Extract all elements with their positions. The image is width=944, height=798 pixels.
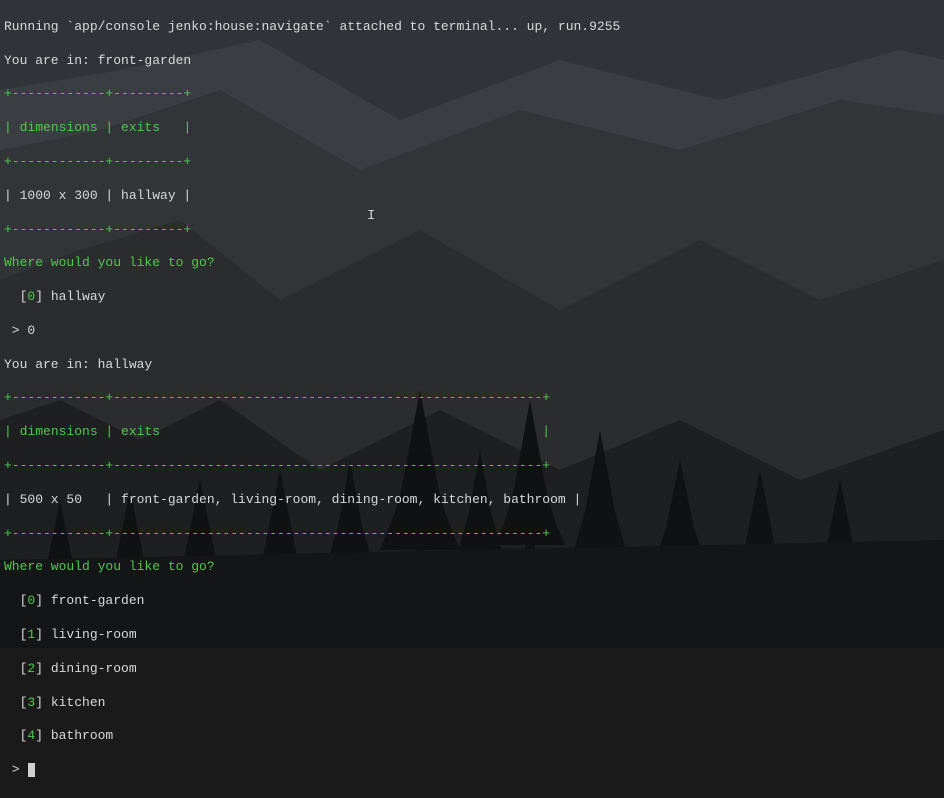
table1-col-exits: exits — [121, 120, 160, 135]
prompt1-answer-line: > 0 — [4, 323, 940, 340]
prompt2-option-1: [1] living-room — [4, 627, 940, 644]
table1-border-mid: +------------+---------+ — [4, 154, 940, 171]
table2-row: | 500 x 50 | front-garden, living-room, … — [4, 492, 940, 509]
prompt2-input-line[interactable]: > — [4, 762, 940, 779]
running-status-line: Running `app/console jenko:house:navigat… — [4, 19, 940, 36]
location-line-1: You are in: front-garden — [4, 53, 940, 70]
table1-border-top: +------------+---------+ — [4, 86, 940, 103]
location-line-2: You are in: hallway — [4, 357, 940, 374]
table2-border-bot: +------------+--------------------------… — [4, 526, 940, 543]
block-cursor-icon — [28, 763, 35, 777]
table2-col-dimensions: dimensions — [20, 424, 98, 439]
prompt2-option-0: [0] front-garden — [4, 593, 940, 610]
table2-border-top: +------------+--------------------------… — [4, 390, 940, 407]
table2-border-mid: +------------+--------------------------… — [4, 458, 940, 475]
table1-header: | dimensions | exits | — [4, 120, 940, 137]
prompt2-question: Where would you like to go? — [4, 559, 940, 576]
prompt2-option-3: [3] kitchen — [4, 695, 940, 712]
prompt2-option-4: [4] bathroom — [4, 728, 940, 745]
table2-header: | dimensions | exits | — [4, 424, 940, 441]
prompt1-option-0: [0] hallway — [4, 289, 940, 306]
table2-col-exits: exits — [121, 424, 160, 439]
prompt1-question: Where would you like to go? — [4, 255, 940, 272]
prompt2-option-2: [2] dining-room — [4, 661, 940, 678]
table1-col-dimensions: dimensions — [20, 120, 98, 135]
table1-row: | 1000 x 300 | hallway | — [4, 188, 940, 205]
terminal-output[interactable]: Running `app/console jenko:house:navigat… — [0, 0, 944, 798]
table1-border-bot: +------------+---------+ — [4, 222, 940, 239]
